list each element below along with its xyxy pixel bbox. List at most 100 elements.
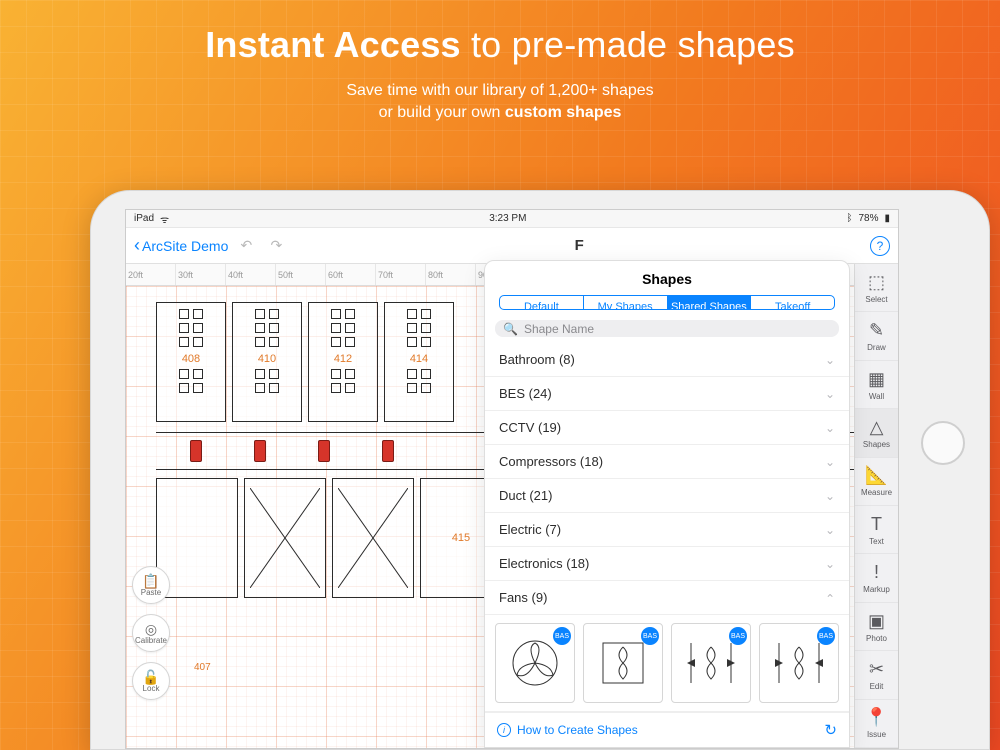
back-button[interactable]: ‹ ArcSite Demo (134, 235, 228, 256)
room-unit: 408 (156, 302, 226, 422)
category-row[interactable]: CCTV (19) ⌄ (485, 411, 849, 445)
calibrate-icon: ◎ (145, 622, 157, 636)
help-button[interactable]: ? (870, 236, 890, 256)
tool-label: Draw (867, 343, 886, 352)
search-input[interactable]: 🔍 Shape Name (495, 320, 839, 337)
issue-icon: 📍 (865, 707, 887, 728)
paste-icon: 📋 (142, 574, 159, 588)
tab-default[interactable]: Default (500, 296, 584, 309)
edit-tool[interactable]: ✂Edit (855, 651, 899, 699)
bas-badge: BAS (641, 627, 659, 645)
tab-shared-shapes[interactable]: Shared Shapes (668, 296, 752, 309)
room-x (244, 478, 326, 598)
room-x (332, 478, 414, 598)
markup-tool[interactable]: ! Markup (855, 554, 899, 602)
chevron-down-icon: ⌄ (825, 353, 835, 367)
wall-tool[interactable]: ▦Wall (855, 361, 899, 409)
redo-button[interactable]: ↷ (264, 234, 288, 258)
doc-title: F (575, 237, 584, 254)
chevron-down-icon: ⌄ (825, 455, 835, 469)
calibrate-button[interactable]: ◎Calibrate (132, 614, 170, 652)
hero-sub-line2a: or build your own (379, 104, 505, 121)
bas-badge: BAS (553, 627, 571, 645)
photo-icon: ▣ (868, 611, 885, 632)
segmented-control[interactable]: DefaultMy ShapesShared ShapesTakeoff (499, 295, 835, 310)
shape-thumbnail[interactable]: BAS (759, 623, 839, 703)
tab-my-shapes[interactable]: My Shapes (584, 296, 668, 309)
category-row[interactable]: Duct (21)⌄ (485, 479, 849, 513)
chevron-down-icon: ⌄ (825, 523, 835, 537)
category-label: Bathroom (8) (499, 352, 575, 367)
panel-footer: i How to Create Shapes ↻ (485, 712, 849, 747)
category-label: Fans (9) (499, 590, 547, 605)
category-label: Electronics (18) (499, 556, 589, 571)
tool-label: Measure (861, 488, 892, 497)
ipad-home-button[interactable] (921, 421, 965, 465)
hero-title-rest: to pre-made shapes (461, 24, 795, 65)
status-bar: iPad ᯤ 3:23 PM ᛒ 78% ▮ (126, 210, 898, 228)
category-row[interactable]: Compressors (18)⌄ (485, 445, 849, 479)
wifi-icon: ᯤ (160, 212, 169, 226)
hero-title: Instant Access to pre-made shapes (0, 24, 1000, 66)
device-label: iPad (134, 213, 154, 224)
shape-thumbnail[interactable]: BAS (495, 623, 575, 703)
extinguisher-icon (190, 440, 202, 462)
category-row[interactable]: BES (24)⌄ (485, 377, 849, 411)
measure-tool[interactable]: 📐 Measure (855, 458, 899, 506)
bas-badge: BAS (817, 627, 835, 645)
search-placeholder: Shape Name (524, 322, 594, 336)
tool-label: Photo (866, 634, 887, 643)
measure-icon: 📐 (865, 465, 887, 486)
lock-icon: 🔓 (142, 670, 159, 684)
panel-title: Shapes (485, 261, 849, 295)
shapes-icon: △ (870, 417, 884, 438)
room-number: 410 (258, 353, 276, 365)
category-row[interactable]: Electric (7)⌄ (485, 513, 849, 547)
shapes-tool[interactable]: △Shapes (855, 409, 899, 457)
category-row[interactable]: Bathroom (8) ⌄ (485, 343, 849, 377)
chevron-down-icon: ⌄ (825, 591, 835, 605)
shape-thumbnail[interactable]: BAS (583, 623, 663, 703)
markup-icon: ! (874, 562, 879, 583)
room-number: 415 (452, 532, 470, 544)
shape-thumbnail[interactable]: BAS (671, 623, 751, 703)
category-label: CCTV (19) (499, 420, 561, 435)
category-row[interactable]: Fans (9) ⌄ (485, 581, 849, 615)
right-toolbar: ⬚Select✎Draw▦Wall△Shapes 📐 Measure T Text! Ma… (854, 264, 898, 748)
select-tool[interactable]: ⬚Select (855, 264, 899, 312)
text-tool[interactable]: T Text (855, 506, 899, 554)
category-row[interactable]: Electronics (18)⌄ (485, 547, 849, 581)
text-icon: T (871, 514, 882, 535)
top-bar: ‹ ArcSite Demo ↶ ↷ F ? (126, 228, 898, 264)
ruler-tick: 60ft (326, 264, 376, 285)
lock-button[interactable]: 🔓Lock (132, 662, 170, 700)
screen: iPad ᯤ 3:23 PM ᛒ 78% ▮ ‹ ArcSite Demo ↶ … (125, 209, 899, 749)
tool-label: Edit (870, 682, 884, 691)
ruler-tick: 40ft (226, 264, 276, 285)
room-unit: 412 (308, 302, 378, 422)
tool-label: Issue (867, 730, 886, 739)
tab-takeoff[interactable]: Takeoff (751, 296, 834, 309)
issue-tool[interactable]: 📍 Issue (855, 700, 899, 748)
hero-subtitle: Save time with our library of 1,200+ sha… (0, 80, 1000, 123)
ruler-tick: 30ft (176, 264, 226, 285)
bas-badge: BAS (729, 627, 747, 645)
reload-button[interactable]: ↻ (824, 721, 837, 739)
photo-tool[interactable]: ▣ Photo (855, 603, 899, 651)
hero-title-bold: Instant Access (205, 24, 461, 65)
tool-label: Markup (863, 585, 890, 594)
shape-thumbnails: BAS BAS BAS BAS (485, 615, 849, 712)
how-to-link[interactable]: How to Create Shapes (517, 723, 638, 737)
chevron-down-icon: ⌄ (825, 421, 835, 435)
tool-label: Paste (141, 588, 161, 597)
paste-button[interactable]: 📋Paste (132, 566, 170, 604)
undo-button[interactable]: ↶ (234, 234, 258, 258)
hero-sub-line1: Save time with our library of 1,200+ sha… (346, 82, 653, 99)
draw-tool[interactable]: ✎Draw (855, 312, 899, 360)
extinguisher-icon (318, 440, 330, 462)
tool-label: Text (869, 537, 884, 546)
category-label: BES (24) (499, 386, 552, 401)
room-number: 408 (182, 353, 200, 365)
room-number: 407 (194, 662, 211, 673)
extinguisher-icon (382, 440, 394, 462)
